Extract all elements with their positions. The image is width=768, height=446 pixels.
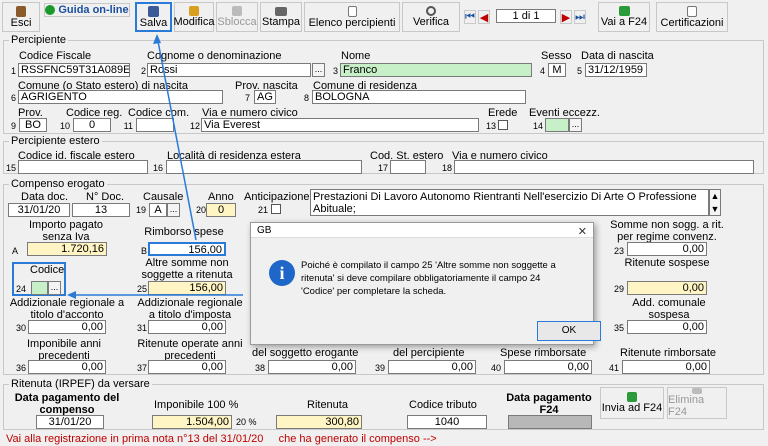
dialog-ok-button[interactable]: OK [537,321,601,341]
dialog-titlebar: GB [251,223,593,238]
arrow-salva-to-rimborso [156,35,197,241]
arrow-head-salva [153,34,161,44]
dialog-title: GB [257,225,272,236]
message-dialog: GB ✕ i Poiché è compilato il campo 25 'A… [250,222,601,345]
dialog-message: Poiché è compilato il campo 25 'Altre so… [301,260,556,297]
dialog-close-button[interactable]: ✕ [578,225,587,238]
arrow-head-codice [67,291,76,299]
info-icon: i [269,260,295,286]
